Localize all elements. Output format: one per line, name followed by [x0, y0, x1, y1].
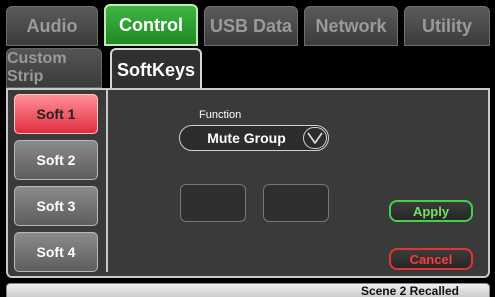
- softkey-3-button[interactable]: Soft 3: [14, 186, 98, 226]
- cancel-button[interactable]: Cancel: [389, 248, 473, 270]
- tab-audio[interactable]: Audio: [6, 6, 98, 46]
- blank-button-2[interactable]: [263, 184, 329, 222]
- tab-usb-data[interactable]: USB Data: [204, 6, 298, 46]
- chevron-down-icon: [303, 127, 327, 149]
- top-tab-bar: Audio Control USB Data Network Utility: [6, 4, 490, 46]
- function-value: Mute Group: [207, 130, 286, 146]
- softkey-4-button[interactable]: Soft 4: [14, 232, 98, 272]
- blank-button-1[interactable]: [180, 184, 246, 222]
- status-message: Scene 2 Recalled: [360, 284, 459, 297]
- tab-custom-strip[interactable]: Custom Strip: [6, 48, 102, 88]
- tab-control[interactable]: Control: [104, 4, 198, 46]
- function-label: Function: [199, 109, 242, 121]
- apply-button[interactable]: Apply: [389, 200, 473, 222]
- softkeys-panel: Soft 1 Soft 2 Soft 3 Soft 4 Function Mut…: [6, 88, 490, 278]
- function-dropdown[interactable]: Mute Group: [179, 125, 329, 151]
- tab-softkeys[interactable]: SoftKeys: [110, 48, 202, 90]
- softkey-2-button[interactable]: Soft 2: [14, 140, 98, 180]
- status-bar: Scene 2 Recalled: [6, 283, 490, 297]
- tab-network[interactable]: Network: [304, 6, 398, 46]
- tab-utility[interactable]: Utility: [404, 6, 490, 46]
- panel-divider: [106, 90, 108, 272]
- softkey-1-button[interactable]: Soft 1: [14, 94, 98, 134]
